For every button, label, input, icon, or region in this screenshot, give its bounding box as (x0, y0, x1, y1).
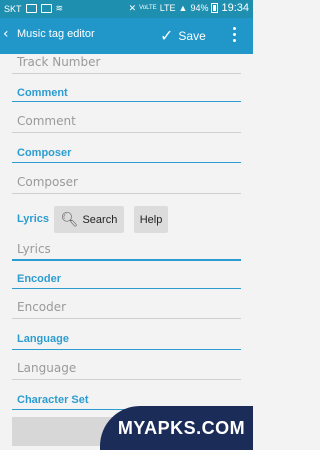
language-field[interactable]: Language (12, 358, 241, 380)
lyrics-label: Lyrics (17, 213, 50, 225)
status-bar-right: ✕ VoLTE LTE ▲ 94% 19:34 (129, 2, 249, 14)
battery-icon (211, 3, 219, 13)
page-title: Music tag editor (17, 28, 95, 40)
battery-percent: 94% (190, 3, 209, 13)
gallery-notification-icon (25, 4, 37, 13)
wifi-icon: ≋ (55, 3, 64, 13)
search-button-label: Search (82, 213, 118, 226)
search-button[interactable]: 🔍︎ Search (54, 206, 124, 233)
volte-label: VoLTE (139, 5, 157, 11)
overflow-menu-icon[interactable] (229, 27, 239, 42)
track-number-field[interactable]: Track Number (12, 52, 241, 74)
composer-label: Composer (17, 147, 72, 159)
encoder-label: Encoder (17, 273, 62, 285)
image-notification-icon (40, 4, 52, 13)
save-button[interactable]: ✓ Save (160, 26, 206, 45)
encoder-field[interactable]: Encoder (12, 297, 241, 319)
comment-divider (12, 101, 241, 102)
back-icon[interactable]: ‹ (3, 26, 9, 42)
language-label: Language (17, 333, 69, 345)
help-button[interactable]: Help (134, 206, 168, 233)
search-icon: 🔍︎ (60, 211, 79, 227)
composer-divider (12, 162, 241, 163)
lyrics-field[interactable]: Lyrics (12, 239, 241, 261)
composer-field[interactable]: Composer (12, 172, 241, 194)
status-bar-left: SKT ≋ (4, 3, 63, 14)
mute-icon: ✕ (128, 2, 137, 13)
clock: 19:34 (221, 2, 249, 14)
encoder-divider (12, 288, 241, 289)
character-set-label: Character Set (17, 394, 89, 406)
language-divider (12, 349, 241, 350)
help-button-label: Help (139, 213, 163, 226)
lte-label: LTE (159, 3, 176, 13)
checkmark-icon: ✓ (160, 26, 174, 45)
save-label: Save (178, 28, 206, 43)
app-bar: ‹ Music tag editor ✓ Save (0, 18, 253, 54)
watermark-logo: MYAPKS.COM (100, 406, 253, 450)
comment-field[interactable]: Comment (12, 111, 241, 133)
comment-label: Comment (17, 87, 68, 99)
status-bar: SKT ≋ ✕ VoLTE LTE ▲ 94% 19:34 (0, 0, 253, 18)
signal-icon: ▲ (178, 3, 188, 13)
carrier-label: SKT (4, 3, 22, 14)
